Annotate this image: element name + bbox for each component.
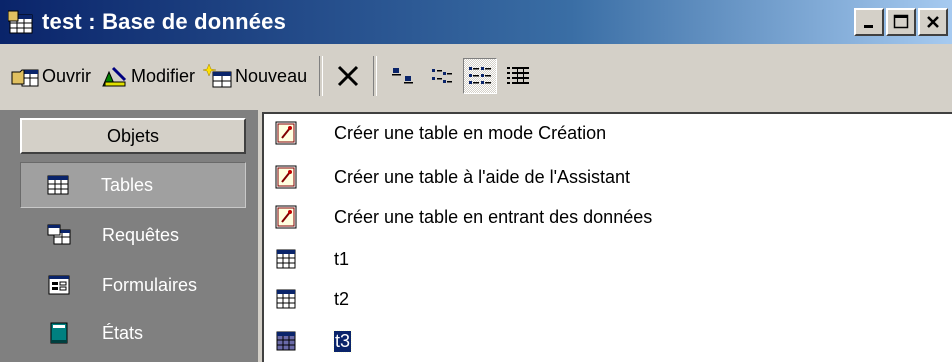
list-item-selected[interactable]: t3 [274,326,353,356]
maximize-icon [893,14,909,29]
small-icons-icon [432,69,453,83]
close-button[interactable] [918,8,948,36]
wizard-icon [275,205,297,229]
open-label: Ouvrir [42,65,91,86]
list-item-label: t3 [332,329,353,353]
window-title: test : Base de données [42,9,287,34]
open-icon [11,69,39,87]
objects-header-button[interactable]: Objets [20,118,246,154]
details-view-button[interactable] [501,58,535,94]
title-bar[interactable]: test : Base de données [0,0,952,44]
close-icon [927,16,939,28]
list-view-button[interactable] [463,58,498,94]
details-view-icon [507,67,530,84]
list-item-label: Créer une table à l'aide de l'Assistant [334,166,631,187]
report-icon [50,322,68,344]
table-icon [47,175,69,195]
objects-header-label: Objets [106,125,160,146]
wizard-icon [275,121,297,145]
nav-item-label: États [102,322,144,343]
nav-item-label: Requêtes [102,224,180,245]
large-icons-icon [392,68,414,84]
wizard-icon [275,165,297,189]
small-icons-view-button[interactable] [425,58,459,94]
nav-item-label: Formulaires [102,274,198,295]
toolbar-separator [373,56,378,96]
new-label: Nouveau [235,65,308,86]
list-item[interactable]: Créer une table en mode Création [274,118,606,148]
database-window: test : Base de données Ouvrir Modifier N… [0,0,952,362]
table-icon [276,249,296,269]
form-icon [48,275,70,295]
new-table-icon [203,63,232,88]
list-item[interactable]: Créer une table en entrant des données [274,202,652,232]
query-icon [47,224,71,245]
minimize-button[interactable] [854,8,884,36]
table-icon [276,331,296,351]
nav-item-label: Tables [101,174,154,195]
list-item[interactable]: t2 [274,284,349,314]
list-view-icon [469,67,492,84]
nav-item-forms[interactable]: Formulaires [46,272,197,298]
object-list: Créer une table en mode Création Créer u… [262,112,952,362]
delete-button[interactable] [331,56,365,96]
nav-item-reports[interactable]: États [46,320,143,346]
table-icon [276,289,296,309]
list-item[interactable]: Créer une table à l'aide de l'Assistant [274,162,630,192]
nav-item-tables[interactable]: Tables [20,162,246,208]
design-ruler-icon [102,66,127,87]
nav-item-queries[interactable]: Requêtes [46,222,179,248]
objects-bar: Objets Tables Requêtes Formulaires États [0,110,258,362]
toolbar: Ouvrir Modifier Nouveau [0,50,952,102]
modify-button[interactable]: Modifier [95,56,199,96]
database-window-icon[interactable] [8,9,36,35]
window-controls [852,8,948,36]
list-item-label: Créer une table en entrant des données [334,206,653,227]
list-item-label: Créer une table en mode Création [334,122,607,143]
toolbar-separator [319,56,324,96]
large-icons-view-button[interactable] [387,58,421,94]
open-button[interactable]: Ouvrir [6,56,95,96]
modify-label: Modifier [131,65,196,86]
maximize-button[interactable] [886,8,916,36]
list-item-label: t2 [334,288,350,309]
minimize-icon [864,25,873,28]
delete-icon [338,65,359,87]
list-item[interactable]: t1 [274,244,349,274]
list-item-label: t1 [334,248,350,269]
new-button[interactable]: Nouveau [199,56,311,96]
